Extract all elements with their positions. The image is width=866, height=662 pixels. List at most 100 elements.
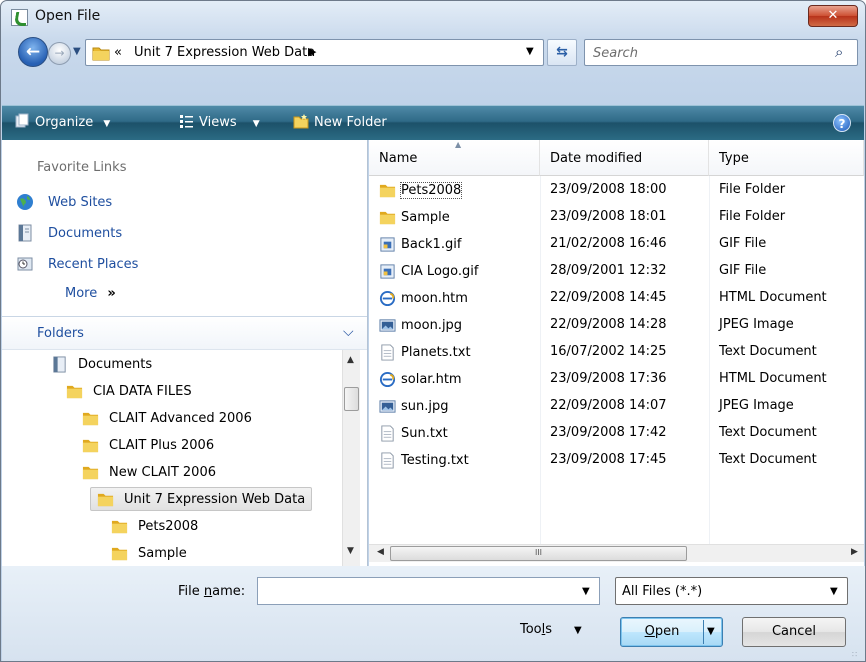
file-type-cell: Text Document [719,452,817,467]
file-row[interactable]: sun.jpg 22/09/2008 14:07 JPEG Image [379,394,864,421]
views-button[interactable]: Views ▼ [178,113,260,130]
folder-tree-scrollbar[interactable]: ▲ ▼ [342,350,360,566]
file-list-hscrollbar[interactable]: ◀ III ▶ [369,544,864,562]
html-file-icon [379,371,396,388]
new-folder-button[interactable]: New Folder [293,113,387,130]
file-type-cell: JPEG Image [719,398,794,413]
sort-ascending-icon: ▲ [455,140,462,149]
file-name-dropdown-icon[interactable]: ▼ [582,586,590,597]
resize-grip-icon[interactable]: ∷ [852,650,857,659]
gif-file-icon [380,237,395,252]
file-row[interactable]: CIA Logo.gif 28/09/2001 12:32 GIF File [379,259,864,286]
file-name-cell: Sample [379,209,450,226]
folder-tree: Documents CIA DATA FILES CLAIT Advanced … [2,350,342,566]
file-row[interactable]: solar.htm 23/09/2008 17:36 HTML Document [379,367,864,394]
file-date-cell: 22/09/2008 14:07 [550,398,667,413]
scroll-up-arrow-icon[interactable]: ▲ [347,355,354,365]
folder-icon [82,412,99,425]
favorite-link-recent-places[interactable]: Recent Places [16,253,138,275]
column-header-name[interactable]: Name ▲ [369,140,540,176]
file-type-cell: File Folder [719,209,786,224]
file-row[interactable]: Sample 23/09/2008 18:01 File Folder [379,205,864,232]
hscrollbar-thumb[interactable]: III [390,546,687,561]
address-separator-arrow[interactable]: ▶ [308,45,316,58]
tree-node-sample[interactable]: Sample [111,541,187,565]
address-chevrons[interactable]: « [114,45,122,60]
tree-node-clait-plus-2006[interactable]: CLAIT Plus 2006 [82,433,214,457]
open-dropdown-icon[interactable]: ▼ [707,618,715,645]
file-row[interactable]: Sun.txt 23/09/2008 17:42 Text Document [379,421,864,448]
column-header-type[interactable]: Type [709,140,864,176]
tree-node-unit-7-expression-web-data[interactable]: Unit 7 Expression Web Data [90,487,313,511]
more-label: More [65,286,98,301]
title-bar[interactable]: Open File ✕ [1,1,865,33]
dialog-footer: File name: ▼ All Files (*.*) ▼ Tools ▼ Op… [2,566,865,661]
file-name-text: CIA Logo.gif [401,264,479,279]
favorite-link-documents[interactable]: Documents [16,222,122,244]
organize-label: Organize [35,115,94,130]
file-row[interactable]: moon.jpg 22/09/2008 14:28 JPEG Image [379,313,864,340]
tree-node-label: CLAIT Advanced 2006 [109,410,252,426]
text-file-icon [381,425,394,442]
file-row[interactable]: Pets2008 23/09/2008 18:00 File Folder [379,178,864,205]
search-input[interactable] [593,44,823,62]
file-list-pane: Name ▲ Date modified Type Pets2008 23/09/… [369,140,864,566]
column-header-label: Date modified [550,151,643,166]
tree-node-label: CLAIT Plus 2006 [109,437,215,453]
file-row[interactable]: Planets.txt 16/07/2002 14:25 Text Document [379,340,864,367]
favorite-link-web-sites[interactable]: Web Sites [16,191,112,213]
tree-node-cia-data-files[interactable]: CIA DATA FILES [66,379,192,403]
file-row[interactable]: Testing.txt 23/09/2008 17:45 Text Document [379,448,864,475]
documents-icon [53,355,66,373]
cancel-button[interactable]: Cancel [742,617,846,647]
file-date-cell: 28/09/2001 12:32 [550,263,667,278]
folders-header[interactable]: Folders ⌵ [2,316,367,350]
collapse-chevron-icon[interactable]: ⌵ [343,324,354,340]
close-button[interactable]: ✕ [808,5,858,27]
file-type-filter-select[interactable]: All Files (*.*) ▼ [615,577,848,605]
tools-dropdown-icon: ▼ [574,625,582,636]
file-name-combobox[interactable]: ▼ [257,577,600,605]
file-name-text: moon.htm [401,291,468,306]
tree-node-new-clait-2006[interactable]: New CLAIT 2006 [82,460,216,484]
file-name-input[interactable] [262,582,562,600]
file-date-cell: 23/09/2008 18:01 [550,209,667,224]
address-dropdown-icon[interactable]: ▼ [526,46,534,57]
views-dropdown-icon: ▼ [252,119,260,129]
file-date-cell: 23/09/2008 18:00 [550,182,667,197]
tools-button[interactable]: Tools ▼ [520,622,582,637]
tree-node-clait-advanced-2006[interactable]: CLAIT Advanced 2006 [82,406,252,430]
file-date-cell: 22/09/2008 14:28 [550,317,667,332]
column-header-date-modified[interactable]: Date modified [540,140,709,176]
refresh-button[interactable]: ⇆ [547,39,577,66]
back-button[interactable]: ← [18,37,48,67]
forward-button[interactable]: → [48,42,71,65]
address-path[interactable]: Unit 7 Expression Web Data [134,45,315,60]
scrollbar-thumb[interactable] [344,387,359,411]
file-type-dropdown-icon[interactable]: ▼ [830,586,838,597]
search-icon[interactable]: ⌕ [835,43,843,61]
recent-pages-dropdown-icon[interactable]: ▼ [73,46,81,57]
file-date-cell: 23/09/2008 17:42 [550,425,667,440]
search-box[interactable]: ⌕ [584,39,858,66]
file-row[interactable]: Back1.gif 21/02/2008 16:46 GIF File [379,232,864,259]
organize-button[interactable]: Organize ▼ [14,113,110,130]
views-label: Views [199,115,237,130]
scroll-down-arrow-icon[interactable]: ▼ [347,546,354,556]
folder-icon [111,547,128,560]
scroll-right-arrow-icon[interactable]: ▶ [851,547,858,557]
file-name-cell: solar.htm [379,371,462,388]
views-icon [180,115,193,128]
scroll-left-arrow-icon[interactable]: ◀ [377,547,384,557]
tree-node-label: Documents [78,356,153,372]
file-name-cell: Back1.gif [379,236,461,253]
more-favorites-link[interactable]: More » [65,286,116,301]
open-button[interactable]: Open ▼ [620,617,723,647]
address-bar[interactable]: « Unit 7 Expression Web Data ▶ ▼ [85,39,544,66]
tree-node-pets2008[interactable]: Pets2008 [111,514,198,538]
favorite-link-label: Recent Places [48,256,139,272]
app-icon [11,9,28,26]
file-row[interactable]: moon.htm 22/09/2008 14:45 HTML Document [379,286,864,313]
tree-node-documents[interactable]: Documents [51,352,152,376]
help-button[interactable]: ? [833,114,851,132]
